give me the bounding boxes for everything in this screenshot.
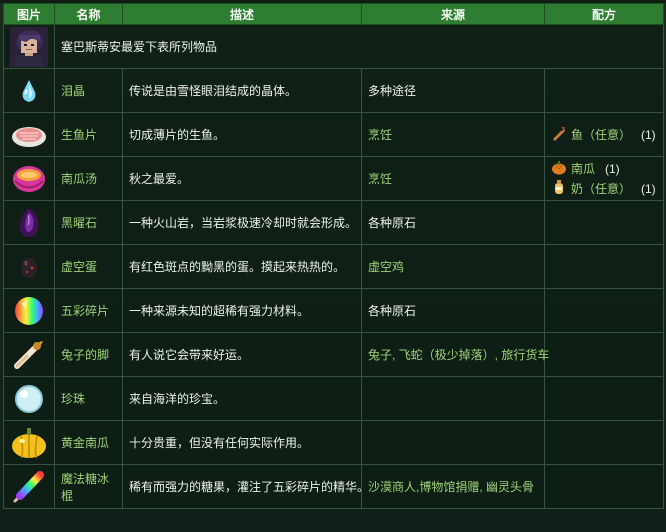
recipe-ingredient-label[interactable]: 南瓜	[571, 160, 595, 177]
frozen-tear-icon[interactable]	[10, 78, 48, 104]
item-name[interactable]: 魔法糖冰棍	[54, 464, 123, 509]
recipe-ingredient-qty: (1)	[641, 181, 656, 196]
recipe-ingredient-label[interactable]: 奶（任意）	[571, 180, 631, 197]
void-egg-icon[interactable]	[10, 255, 48, 279]
header-image: 图片	[3, 3, 55, 25]
header-description: 描述	[122, 3, 362, 25]
table-row: 南瓜汤 秋之最爱。 烹饪 南瓜 (1) 奶（任意） (1)	[3, 156, 664, 201]
item-name[interactable]: 南瓜汤	[54, 156, 123, 201]
item-source	[361, 420, 545, 465]
page: 图片 名称 描述 来源 配方 塞巴斯蒂安最爱下表所列物品 泪晶 传说是由雪怪眼泪…	[0, 3, 666, 532]
item-source[interactable]: 烹饪	[361, 156, 545, 201]
milk-icon	[551, 179, 567, 198]
item-source: 多种途径	[361, 68, 545, 113]
item-description: 有人说它会带来好运。	[122, 332, 362, 377]
table-row: 泪晶 传说是由雪怪眼泪结成的晶体。 多种途径	[3, 68, 664, 113]
item-name[interactable]: 虚空蛋	[54, 244, 123, 289]
item-source: 各种原石	[361, 288, 545, 333]
header-name: 名称	[54, 3, 123, 25]
recipe-ingredient-label[interactable]: 鱼（任意）	[571, 126, 631, 143]
item-recipe	[544, 68, 664, 113]
item-description: 切成薄片的生鱼。	[122, 112, 362, 157]
item-recipe	[544, 200, 664, 245]
table-row: 兔子的脚 有人说它会带来好运。 兔子, 飞蛇（极少掉落）, 旅行货车	[3, 332, 664, 377]
item-name[interactable]: 生鱼片	[54, 112, 123, 157]
pumpkin-soup-icon[interactable]	[10, 164, 48, 194]
sashimi-icon[interactable]	[10, 121, 48, 149]
prismatic-shard-icon[interactable]	[10, 295, 48, 327]
item-recipe: 鱼（任意） (1)	[544, 112, 664, 157]
loved-gifts-table: 图片 名称 描述 来源 配方 塞巴斯蒂安最爱下表所列物品 泪晶 传说是由雪怪眼泪…	[3, 3, 664, 509]
item-source[interactable]: 烹饪	[361, 112, 545, 157]
table-row: 虚空蛋 有红色斑点的黝黑的蛋。摸起来热热的。 虚空鸡	[3, 244, 664, 289]
table-row: 珍珠 来自海洋的珍宝。	[3, 376, 664, 421]
item-name[interactable]: 泪晶	[54, 68, 123, 113]
recipe-ingredient: 鱼（任意） (1)	[551, 125, 657, 145]
item-description: 十分贵重，但没有任何实际作用。	[122, 420, 362, 465]
header-source: 来源	[361, 3, 545, 25]
item-name[interactable]: 黑曜石	[54, 200, 123, 245]
item-recipe	[544, 288, 664, 333]
item-source[interactable]: 兔子, 飞蛇（极少掉落）, 旅行货车	[361, 332, 549, 377]
obsidian-icon[interactable]	[10, 207, 48, 239]
item-name[interactable]: 兔子的脚	[54, 332, 123, 377]
item-description: 传说是由雪怪眼泪结成的晶体。	[122, 68, 362, 113]
item-description: 秋之最爱。	[122, 156, 362, 201]
rabbits-foot-icon[interactable]	[10, 340, 48, 370]
recipe-ingredient-qty: (1)	[605, 161, 620, 176]
item-recipe	[544, 332, 664, 377]
pumpkin-icon	[551, 159, 567, 178]
magic-rock-candy-icon[interactable]	[10, 470, 48, 504]
item-source[interactable]: 虚空鸡	[361, 244, 545, 289]
golden-pumpkin-icon[interactable]	[10, 426, 48, 460]
item-description: 有红色斑点的黝黑的蛋。摸起来热热的。	[122, 244, 362, 289]
item-source: 各种原石	[361, 200, 545, 245]
item-recipe	[544, 244, 664, 289]
sebastian-portrait-icon[interactable]	[10, 26, 48, 67]
item-description: 稀有而强力的糖果，灌注了五彩碎片的精华。	[122, 464, 369, 509]
item-recipe	[544, 376, 664, 421]
item-recipe	[544, 464, 664, 509]
pearl-icon[interactable]	[10, 384, 48, 414]
sebastian-portrait-cell	[3, 24, 55, 69]
table-row: 黑曜石 一种火山岩，当岩浆极速冷却时就会形成。 各种原石	[3, 200, 664, 245]
item-name[interactable]: 黄金南瓜	[54, 420, 123, 465]
table-header-row: 图片 名称 描述 来源 配方	[3, 3, 664, 25]
item-recipe: 南瓜 (1) 奶（任意） (1)	[544, 156, 664, 201]
item-description: 一种来源未知的超稀有强力材料。	[122, 288, 362, 333]
table-row: 黄金南瓜 十分贵重，但没有任何实际作用。	[3, 420, 664, 465]
table-row: 生鱼片 切成薄片的生鱼。 烹饪 鱼（任意） (1)	[3, 112, 664, 157]
recipe-ingredient: 奶（任意） (1)	[551, 179, 657, 199]
intro-text: 塞巴斯蒂安最爱下表所列物品	[54, 24, 664, 69]
item-description: 一种火山岩，当岩浆极速冷却时就会形成。	[122, 200, 362, 245]
recipe-ingredient-qty: (1)	[641, 127, 656, 142]
item-name[interactable]: 珍珠	[54, 376, 123, 421]
table-row: 魔法糖冰棍 稀有而强力的糖果，灌注了五彩碎片的精华。 沙漠商人,博物馆捐赠, 幽…	[3, 464, 664, 509]
item-source[interactable]: 沙漠商人,博物馆捐赠, 幽灵头骨	[361, 464, 545, 509]
item-source	[361, 376, 545, 421]
item-recipe	[544, 420, 664, 465]
recipe-ingredient: 南瓜 (1)	[551, 159, 657, 179]
header-recipe: 配方	[544, 3, 664, 25]
fish-icon	[551, 125, 567, 144]
table-row: 五彩碎片 一种来源未知的超稀有强力材料。 各种原石	[3, 288, 664, 333]
item-name[interactable]: 五彩碎片	[54, 288, 123, 333]
intro-row: 塞巴斯蒂安最爱下表所列物品	[3, 24, 664, 69]
item-description: 来自海洋的珍宝。	[122, 376, 362, 421]
